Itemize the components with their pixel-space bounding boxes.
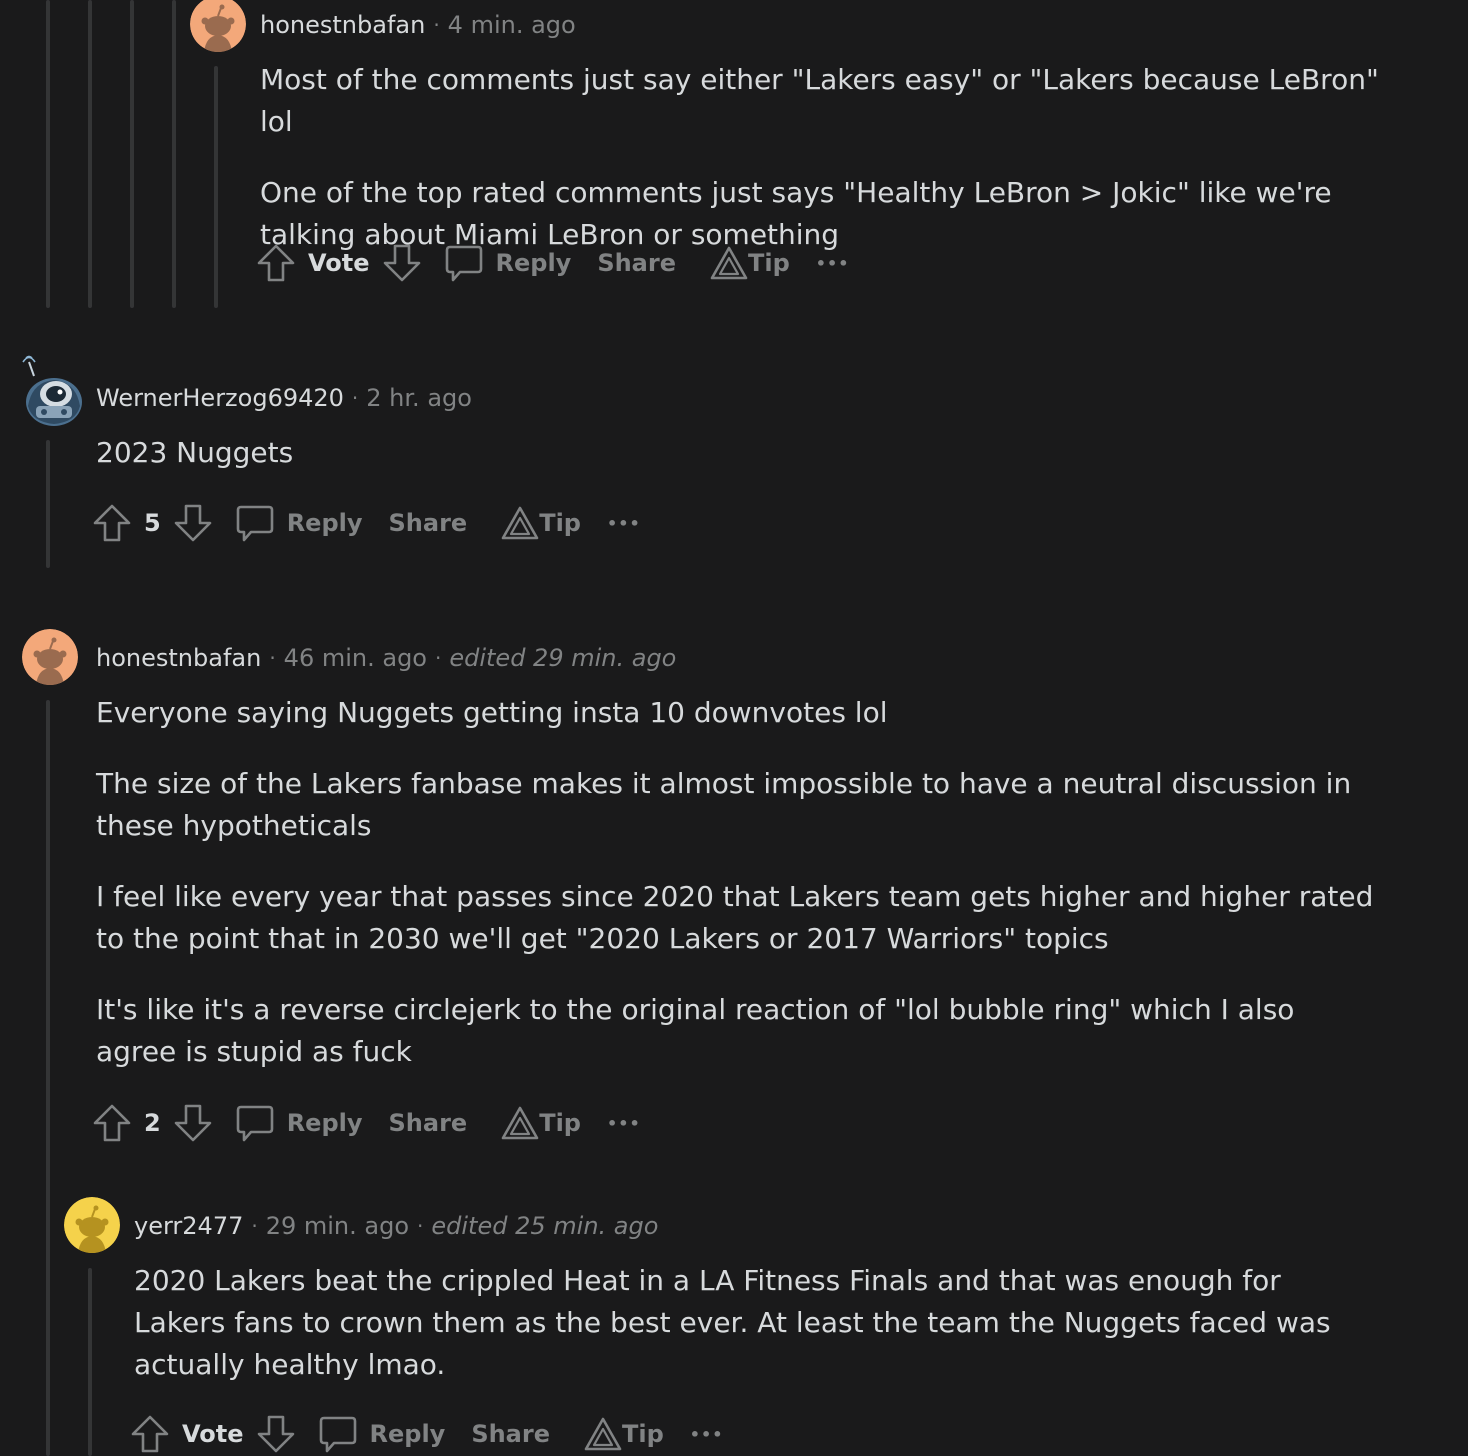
more-options-button[interactable]: •••	[690, 1425, 724, 1444]
downvote-icon[interactable]	[256, 1414, 296, 1454]
timestamp[interactable]: 46 min. ago	[284, 644, 427, 672]
comment-paragraph: It's like it's a reverse circlejerk to t…	[96, 993, 1295, 1068]
snoo-avatar-icon	[64, 1197, 120, 1253]
snoo-avatar-icon	[190, 0, 246, 52]
author-link[interactable]: yerr2477	[134, 1212, 243, 1240]
upvote-icon[interactable]	[92, 503, 132, 543]
separator-dot: ·	[433, 13, 440, 37]
separator-dot: ·	[251, 1214, 258, 1238]
robot-avatar-icon	[22, 355, 82, 426]
separator-dot: ·	[269, 646, 276, 670]
comment-bubble-icon	[235, 1103, 275, 1143]
edited-timestamp: edited 29 min. ago	[449, 644, 677, 672]
reply-label: Reply	[286, 1109, 363, 1137]
edited-timestamp: edited 25 min. ago	[431, 1212, 659, 1240]
comment-meta: yerr2477 · 29 min. ago · edited 25 min. …	[134, 1206, 658, 1246]
reply-label: Reply	[369, 1420, 446, 1448]
more-options-button[interactable]: •••	[607, 514, 641, 533]
separator-dot: ·	[417, 1214, 424, 1238]
more-options-button[interactable]: •••	[607, 1114, 641, 1133]
vote-score: Vote	[308, 249, 370, 277]
tip-triangle-icon	[710, 245, 748, 281]
avatar[interactable]	[64, 1197, 120, 1253]
tip-label: Tip	[539, 1109, 581, 1137]
downvote-icon[interactable]	[173, 1103, 213, 1143]
thread-line[interactable]	[46, 440, 50, 568]
tip-triangle-icon	[584, 1416, 622, 1452]
reply-button[interactable]: Reply	[444, 243, 572, 283]
share-button[interactable]: Share	[597, 249, 676, 277]
timestamp[interactable]: 4 min. ago	[448, 11, 576, 39]
reply-button[interactable]: Reply	[235, 503, 363, 543]
tip-button[interactable]: Tip	[710, 245, 790, 281]
thread-line[interactable]	[130, 0, 134, 308]
comment-bubble-icon	[235, 503, 275, 543]
downvote-icon[interactable]	[173, 503, 213, 543]
reply-label: Reply	[495, 249, 572, 277]
avatar[interactable]	[20, 352, 84, 428]
upvote-icon[interactable]	[256, 243, 296, 283]
comment-meta: honestnbafan · 4 min. ago	[260, 5, 576, 45]
author-link[interactable]: WernerHerzog69420	[96, 384, 344, 412]
reply-button[interactable]: Reply	[235, 1103, 363, 1143]
thread-line[interactable]	[88, 0, 92, 308]
comment-paragraph: I feel like every year that passes since…	[96, 880, 1374, 955]
thread-line[interactable]	[88, 1268, 92, 1456]
comment-actions: Vote Reply Share Tip •••	[130, 1412, 723, 1456]
avatar[interactable]	[190, 0, 246, 52]
comment-body: Everyone saying Nuggets getting insta 10…	[96, 692, 1376, 1073]
comment-paragraph: 2020 Lakers beat the crippled Heat in a …	[134, 1264, 1331, 1381]
tip-triangle-icon	[501, 505, 539, 541]
more-options-button[interactable]: •••	[816, 254, 850, 273]
comment-meta: honestnbafan · 46 min. ago · edited 29 m…	[96, 638, 676, 678]
vote-score: 5	[144, 509, 161, 537]
comment-body: 2023 Nuggets	[96, 432, 1376, 474]
share-button[interactable]: Share	[389, 1109, 468, 1137]
author-link[interactable]: honestnbafan	[260, 11, 425, 39]
tip-button[interactable]: Tip	[501, 1105, 581, 1141]
vote-score: Vote	[182, 1420, 244, 1448]
vote-score: 2	[144, 1109, 161, 1137]
comment-body: Most of the comments just say either "La…	[260, 59, 1380, 256]
comment-bubble-icon	[318, 1414, 358, 1454]
share-button[interactable]: Share	[471, 1420, 550, 1448]
comment-paragraph: 2023 Nuggets	[96, 436, 294, 469]
author-link[interactable]: honestnbafan	[96, 644, 261, 672]
avatar[interactable]	[22, 629, 78, 685]
comment-paragraph: Everyone saying Nuggets getting insta 10…	[96, 696, 888, 729]
tip-label: Tip	[622, 1420, 664, 1448]
reply-label: Reply	[286, 509, 363, 537]
thread-line[interactable]	[214, 66, 218, 308]
tip-button[interactable]: Tip	[501, 505, 581, 541]
separator-dot: ·	[434, 646, 442, 670]
comment-actions: Vote Reply Share Tip •••	[256, 241, 849, 285]
tip-label: Tip	[539, 509, 581, 537]
comment-meta: WernerHerzog69420 · 2 hr. ago	[96, 378, 472, 418]
thread-line[interactable]	[46, 0, 50, 308]
downvote-icon[interactable]	[382, 243, 422, 283]
comment-body: 2020 Lakers beat the crippled Heat in a …	[134, 1260, 1374, 1386]
thread-line[interactable]	[46, 700, 50, 1456]
comment-paragraph: The size of the Lakers fanbase makes it …	[96, 767, 1352, 842]
reply-button[interactable]: Reply	[318, 1414, 446, 1454]
comment-paragraph: Most of the comments just say either "La…	[260, 63, 1379, 138]
timestamp[interactable]: 2 hr. ago	[366, 384, 472, 412]
tip-label: Tip	[748, 249, 790, 277]
comment-actions: 2 Reply Share Tip •••	[92, 1101, 641, 1145]
thread-line[interactable]	[172, 0, 176, 308]
timestamp[interactable]: 29 min. ago	[266, 1212, 409, 1240]
upvote-icon[interactable]	[92, 1103, 132, 1143]
comment-actions: 5 Reply Share Tip •••	[92, 501, 641, 545]
tip-button[interactable]: Tip	[584, 1416, 664, 1452]
separator-dot: ·	[351, 386, 359, 410]
share-button[interactable]: Share	[389, 509, 468, 537]
comment-bubble-icon	[444, 243, 484, 283]
snoo-avatar-icon	[22, 629, 78, 685]
tip-triangle-icon	[501, 1105, 539, 1141]
upvote-icon[interactable]	[130, 1414, 170, 1454]
